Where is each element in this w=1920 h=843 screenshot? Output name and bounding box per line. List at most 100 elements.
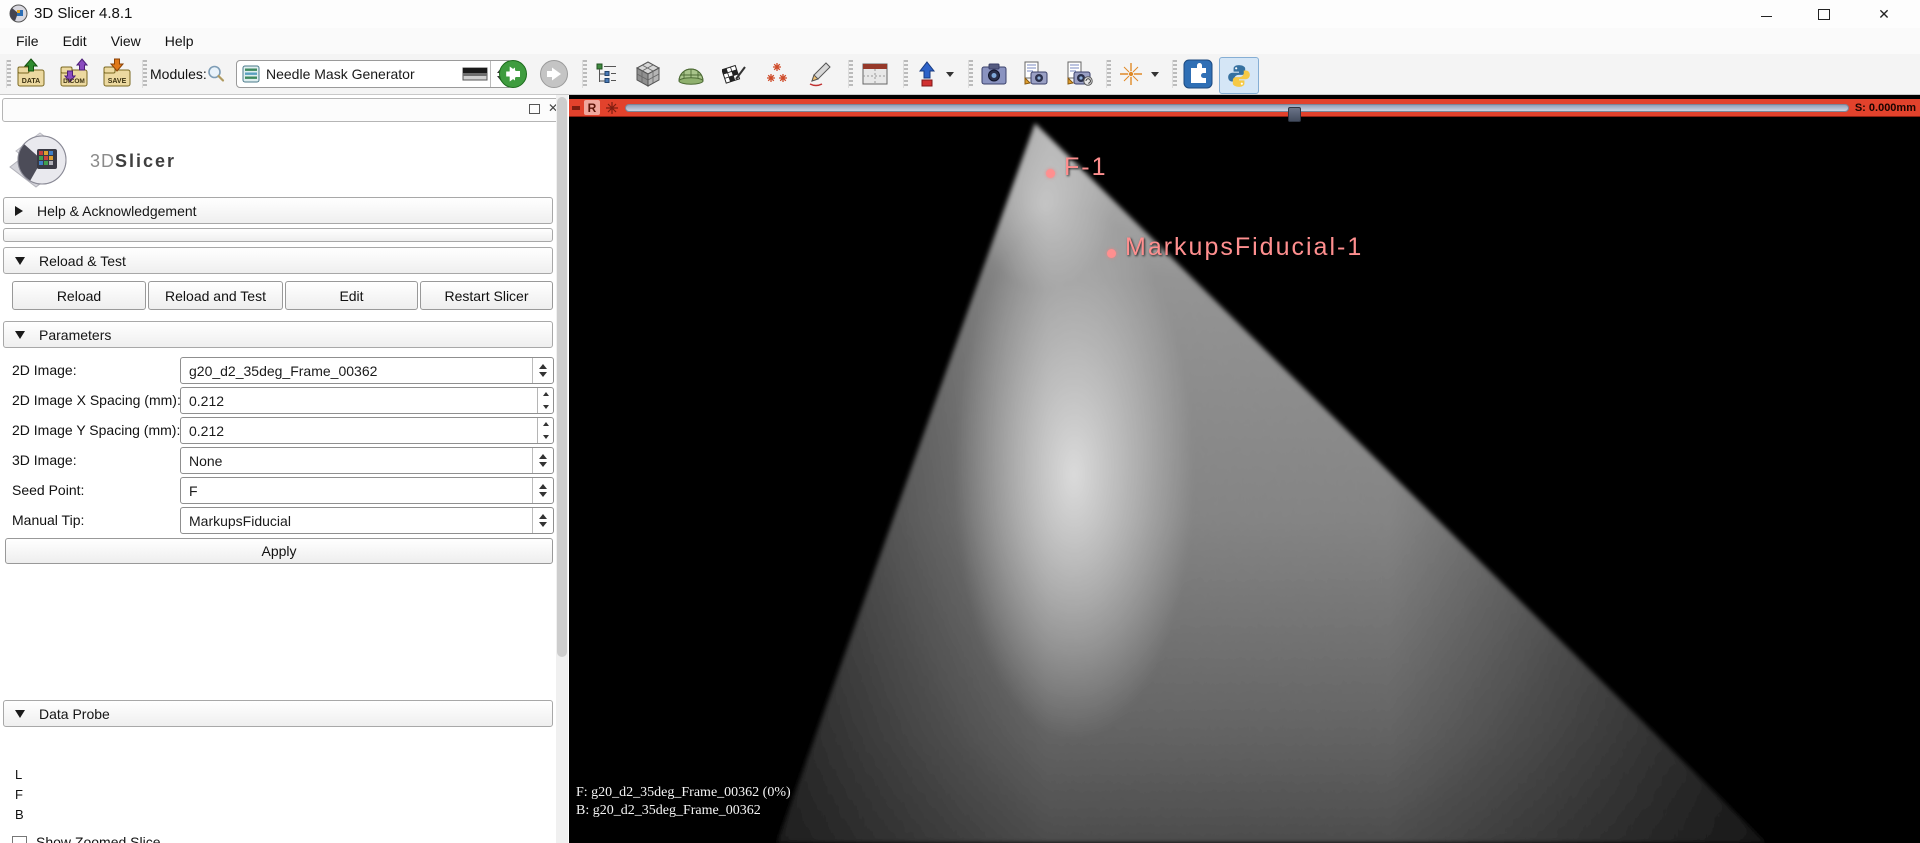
scene-view-capture-button[interactable] [1019, 54, 1053, 94]
transform-arrow-icon [918, 61, 936, 87]
combo-spin-arrows[interactable] [532, 508, 553, 533]
interaction-mode-button[interactable] [913, 54, 941, 94]
extensions-icon [1183, 59, 1213, 89]
fiducial-label-markupsfiducial1: MarkupsFiducial-1 [1125, 233, 1364, 261]
transforms-module-button[interactable] [720, 54, 750, 94]
scene-view-restore-button[interactable] [1062, 54, 1096, 94]
section-reload-test[interactable]: Reload & Test [3, 247, 553, 274]
red-slice-controller-bar: R S: 0.000mm [569, 99, 1920, 122]
show-zoomed-slice-checkbox[interactable] [12, 836, 27, 843]
probe-axis-f: F [15, 787, 23, 802]
layout-selector-button[interactable] [858, 54, 892, 94]
spinbox-arrows[interactable] [537, 388, 553, 413]
python-console-button[interactable] [1219, 57, 1259, 94]
toolbar-grip[interactable] [142, 60, 147, 88]
section-parameters[interactable]: Parameters [3, 321, 553, 348]
subject-hierarchy-button[interactable] [592, 54, 622, 94]
toolbar-grip[interactable] [1106, 60, 1111, 88]
module-history-button[interactable] [460, 54, 490, 94]
markups-module-button[interactable] [762, 54, 792, 94]
menu-help[interactable]: Help [153, 33, 206, 49]
volume-dome-icon [678, 68, 704, 85]
crosshair-dropdown[interactable] [1148, 54, 1162, 94]
volumes-module-button[interactable] [675, 54, 707, 94]
toolbar-grip[interactable] [903, 60, 908, 88]
pencil-icon [809, 62, 831, 87]
corner-annotation-foreground: F: g20_d2_35deg_Frame_00362 (0%) [576, 785, 791, 800]
toolbar-grip[interactable] [848, 60, 853, 88]
toolbar-grip[interactable] [6, 60, 11, 88]
interaction-mode-dropdown[interactable] [943, 54, 957, 94]
slicer-logo-icon [9, 132, 67, 188]
pin-icon[interactable] [572, 106, 580, 110]
scrollbar-thumb[interactable] [557, 97, 567, 657]
slice-offset-slider-handle[interactable] [1288, 107, 1301, 122]
module-icon [242, 65, 260, 83]
history-icon [462, 67, 488, 81]
layout-icon [862, 63, 888, 85]
fiducial-label-f1: F-1 [1064, 153, 1108, 181]
load-data-folder-icon: DATA [17, 58, 45, 87]
minimize-button[interactable] [1743, 0, 1789, 28]
panel-dock-titlebar [2, 98, 567, 122]
combo-spin-arrows[interactable] [532, 478, 553, 503]
maximize-button[interactable] [1801, 0, 1847, 28]
toolbar-grip[interactable] [968, 60, 973, 88]
apply-button[interactable]: Apply [5, 538, 553, 564]
load-data-button[interactable]: DATA [14, 54, 48, 94]
fiducial-point-f1[interactable] [1046, 169, 1055, 178]
crosshair-button[interactable] [1115, 54, 1147, 94]
menu-file[interactable]: File [4, 33, 51, 49]
chevron-down-icon [1151, 71, 1159, 77]
toolbar-grip[interactable] [582, 60, 587, 88]
slice-view-menu-button[interactable]: R [584, 100, 600, 115]
svg-text:SAVE: SAVE [108, 78, 127, 85]
scene-capture-icon [1024, 61, 1048, 85]
fiducial-point-markupsfiducial1[interactable] [1107, 249, 1116, 258]
edit-button[interactable]: Edit [285, 281, 418, 310]
collapse-arrow-icon [15, 330, 25, 339]
screenshot-button[interactable] [978, 54, 1010, 94]
reload-and-test-button[interactable]: Reload and Test [148, 281, 283, 310]
slicer-window: 3D Slicer 4.8.1 ✕ File Edit View Help DA… [0, 0, 1920, 843]
manual-tip-label: Manual Tip: [12, 512, 85, 528]
close-button[interactable]: ✕ [1861, 0, 1907, 28]
module-next-button[interactable] [538, 54, 570, 94]
slice-offset-slider[interactable] [625, 104, 1849, 122]
combo-spin-arrows[interactable] [532, 358, 553, 383]
y-spacing-spinbox[interactable]: 0.212 [180, 417, 554, 444]
section-help-acknowledgement[interactable]: Help & Acknowledgement [3, 197, 553, 224]
markups-fiducial-icon [767, 63, 787, 82]
camera-icon [981, 63, 1007, 85]
restart-slicer-button[interactable]: Restart Slicer [420, 281, 553, 310]
manual-tip-combobox[interactable]: MarkupsFiducial [180, 507, 554, 534]
title-bar: 3D Slicer 4.8.1 ✕ [0, 0, 1920, 28]
annotations-module-button[interactable] [804, 54, 834, 94]
import-dicom-button[interactable]: DICOM [57, 54, 91, 94]
section-data-probe[interactable]: Data Probe [3, 700, 553, 727]
module-back-button[interactable] [497, 54, 529, 94]
3d-image-combobox[interactable]: None [180, 447, 554, 474]
menu-edit[interactable]: Edit [51, 33, 99, 49]
toolbar-grip[interactable] [1172, 60, 1177, 88]
fiducial-placement-icon[interactable] [605, 101, 619, 115]
panel-scrollbar[interactable] [556, 95, 568, 843]
2d-image-combobox[interactable]: g20_d2_35deg_Frame_00362 [180, 357, 554, 384]
seed-point-combobox[interactable]: F [180, 477, 554, 504]
transforms-grid-icon [722, 64, 746, 84]
maximize-icon [1818, 8, 1830, 20]
spinbox-arrows[interactable] [537, 418, 553, 443]
save-button[interactable]: SAVE [100, 54, 134, 94]
x-spacing-spinbox[interactable]: 0.212 [180, 387, 554, 414]
dock-float-button[interactable] [529, 104, 540, 114]
probe-axis-l: L [15, 767, 23, 782]
data-module-button[interactable] [632, 54, 664, 94]
menu-view[interactable]: View [99, 33, 153, 49]
collapse-arrow-icon [15, 709, 25, 718]
reload-button[interactable]: Reload [12, 281, 146, 310]
module-search-button[interactable] [205, 54, 227, 94]
extensions-manager-button[interactable] [1180, 54, 1216, 94]
collapsed-help-frame [3, 228, 553, 242]
combo-spin-arrows[interactable] [532, 448, 553, 473]
slicer-logo-text: 3DSlicer [90, 151, 177, 171]
